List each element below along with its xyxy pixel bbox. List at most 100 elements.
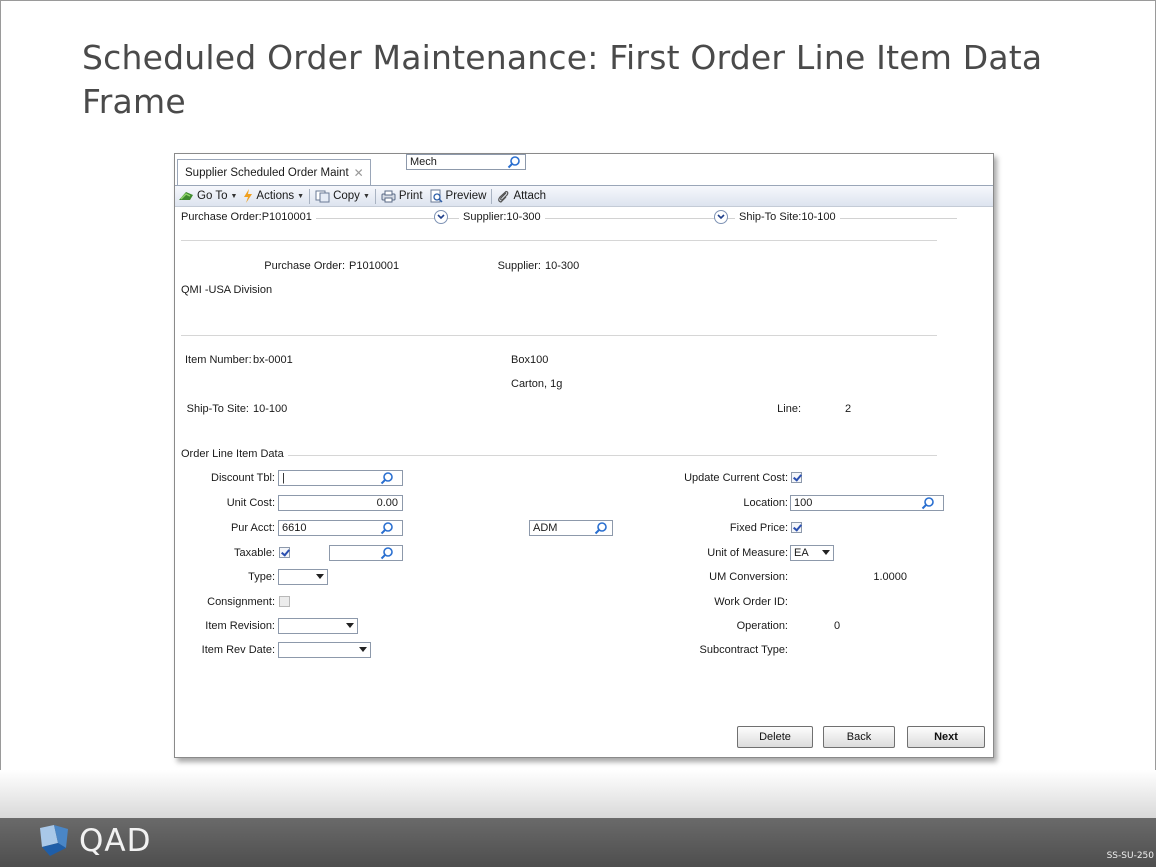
search-icon[interactable] [380, 471, 394, 485]
footer-bar [0, 818, 1156, 867]
fixed-price-checkbox[interactable] [791, 522, 802, 533]
consignment-label: Consignment: [207, 596, 275, 608]
operation-label: Operation: [736, 620, 788, 632]
divider [181, 335, 937, 336]
slide-id: SS-SU-250 [1106, 851, 1154, 861]
preview-button[interactable]: Preview [426, 187, 490, 205]
line-value: 2 [845, 403, 852, 415]
purchase-order-value: P1010001 [349, 260, 400, 272]
item-rev-date-label: Item Rev Date: [201, 644, 275, 656]
header-ship-to-site: Ship-To Site:10-100 [735, 211, 840, 223]
taxable-label: Taxable: [234, 547, 275, 559]
attach-button[interactable]: Attach [494, 187, 549, 205]
search-icon[interactable] [921, 496, 935, 510]
search-icon[interactable] [507, 155, 521, 169]
section-divider [181, 455, 937, 456]
supplier-value: 10-300 [545, 260, 580, 272]
copy-menu-button[interactable]: Copy ▼ [312, 187, 373, 205]
update-current-cost-label: Update Current Cost: [684, 472, 788, 484]
expand-purchase-order-icon[interactable] [434, 210, 448, 224]
section-title: Order Line Item Data [181, 448, 288, 460]
goto-icon [179, 192, 193, 200]
item-revision-label: Item Revision: [205, 620, 275, 632]
copy-icon [315, 190, 330, 202]
type-select[interactable] [278, 569, 328, 585]
update-current-cost-checkbox[interactable] [791, 472, 802, 483]
preview-icon [430, 189, 443, 203]
type-label: Type: [248, 571, 275, 583]
search-icon[interactable] [594, 521, 608, 535]
unit-of-measure-select[interactable]: EA [790, 545, 834, 561]
um-conversion-label: UM Conversion: [709, 571, 788, 583]
operation-value: 0 [834, 620, 841, 632]
discount-table-input[interactable]: | [278, 470, 403, 486]
ship-to-site-value: 10-100 [253, 403, 288, 415]
actions-menu-button[interactable]: Actions ▼ [240, 187, 307, 205]
item-number-label: Item Number: [185, 354, 252, 366]
consignment-checkbox[interactable] [279, 596, 290, 607]
chevron-down-icon: ▼ [362, 192, 370, 200]
print-button[interactable]: Print [378, 187, 426, 205]
chevron-down-icon: ▼ [230, 192, 238, 200]
app-window: Supplier Scheduled Order Maint ✕ Go To ▼ … [174, 153, 994, 758]
logo-text: QAD [79, 823, 152, 859]
chevron-down-icon [346, 623, 354, 628]
item-rev-date-picker[interactable] [278, 642, 371, 658]
purchase-account-input[interactable]: 6610 [278, 520, 403, 536]
printer-icon [381, 190, 396, 202]
item-description-1: Box100 [511, 354, 549, 366]
purchase-account-label: Pur Acct: [230, 522, 275, 534]
goto-menu-button[interactable]: Go To ▼ [175, 187, 240, 205]
frame-header: Purchase Order:P1010001 Supplier:10-300 … [181, 210, 957, 225]
unit-of-measure-label: Unit of Measure: [707, 547, 788, 559]
ship-to-site-label: Ship-To Site: [186, 403, 249, 415]
header-purchase-order: Purchase Order:P1010001 [181, 211, 316, 223]
subcontract-type-label: Subcontract Type: [699, 644, 788, 656]
chevron-down-icon: ▼ [297, 192, 305, 200]
delete-button[interactable]: Delete [737, 726, 813, 748]
tab-label: Supplier Scheduled Order Maint [185, 167, 349, 179]
tax-code-input[interactable] [329, 545, 403, 561]
unit-cost-input[interactable]: 0.00 [278, 495, 403, 511]
fixed-price-label: Fixed Price: [729, 522, 788, 534]
expand-supplier-icon[interactable] [714, 210, 728, 224]
chevron-down-icon [359, 647, 367, 652]
tab-bar: Supplier Scheduled Order Maint ✕ [175, 154, 993, 186]
chevron-down-icon [316, 574, 324, 579]
taxable-checkbox[interactable] [279, 547, 290, 558]
discount-table-label: Discount Tbl: [211, 472, 275, 484]
sub-account-input[interactable]: Mech [406, 154, 526, 170]
cost-center-input[interactable]: ADM [529, 520, 613, 536]
um-conversion-value: 1.0000 [873, 571, 907, 583]
item-revision-select[interactable] [278, 618, 358, 634]
unit-cost-label: Unit Cost: [226, 497, 275, 509]
purchase-order-label: Purchase Order: [264, 260, 345, 272]
divider [181, 240, 937, 241]
work-order-id-label: Work Order ID: [714, 596, 788, 608]
supplier-label: Supplier: [497, 260, 541, 272]
location-input[interactable]: 100 [790, 495, 944, 511]
location-label: Location: [743, 497, 788, 509]
back-button[interactable]: Back [823, 726, 895, 748]
slide-title: Scheduled Order Maintenance: First Order… [82, 38, 1043, 121]
search-icon[interactable] [380, 521, 394, 535]
close-tab-icon[interactable]: ✕ [354, 166, 364, 180]
chevron-down-icon [822, 550, 830, 555]
next-button[interactable]: Next [907, 726, 985, 748]
qad-logo: QAD [36, 823, 151, 859]
toolbar-separator [309, 188, 311, 204]
division-name: QMI -USA Division [181, 284, 273, 296]
qad-logo-icon [40, 825, 68, 856]
tab-supplier-scheduled-order-maint[interactable]: Supplier Scheduled Order Maint ✕ [177, 159, 371, 186]
item-number-value: bx-0001 [253, 354, 293, 366]
toolbar-separator [491, 188, 493, 204]
item-description-2: Carton, 1g [511, 378, 563, 390]
toolbar: Go To ▼ Actions ▼ Copy ▼ Print Preview Atta… [175, 185, 993, 207]
header-supplier: Supplier:10-300 [459, 211, 545, 223]
lightning-icon [244, 189, 253, 203]
toolbar-separator [374, 188, 376, 204]
search-icon[interactable] [380, 546, 394, 560]
paperclip-icon [498, 190, 509, 203]
line-label: Line: [777, 403, 801, 415]
footer-gradient [0, 770, 1156, 818]
